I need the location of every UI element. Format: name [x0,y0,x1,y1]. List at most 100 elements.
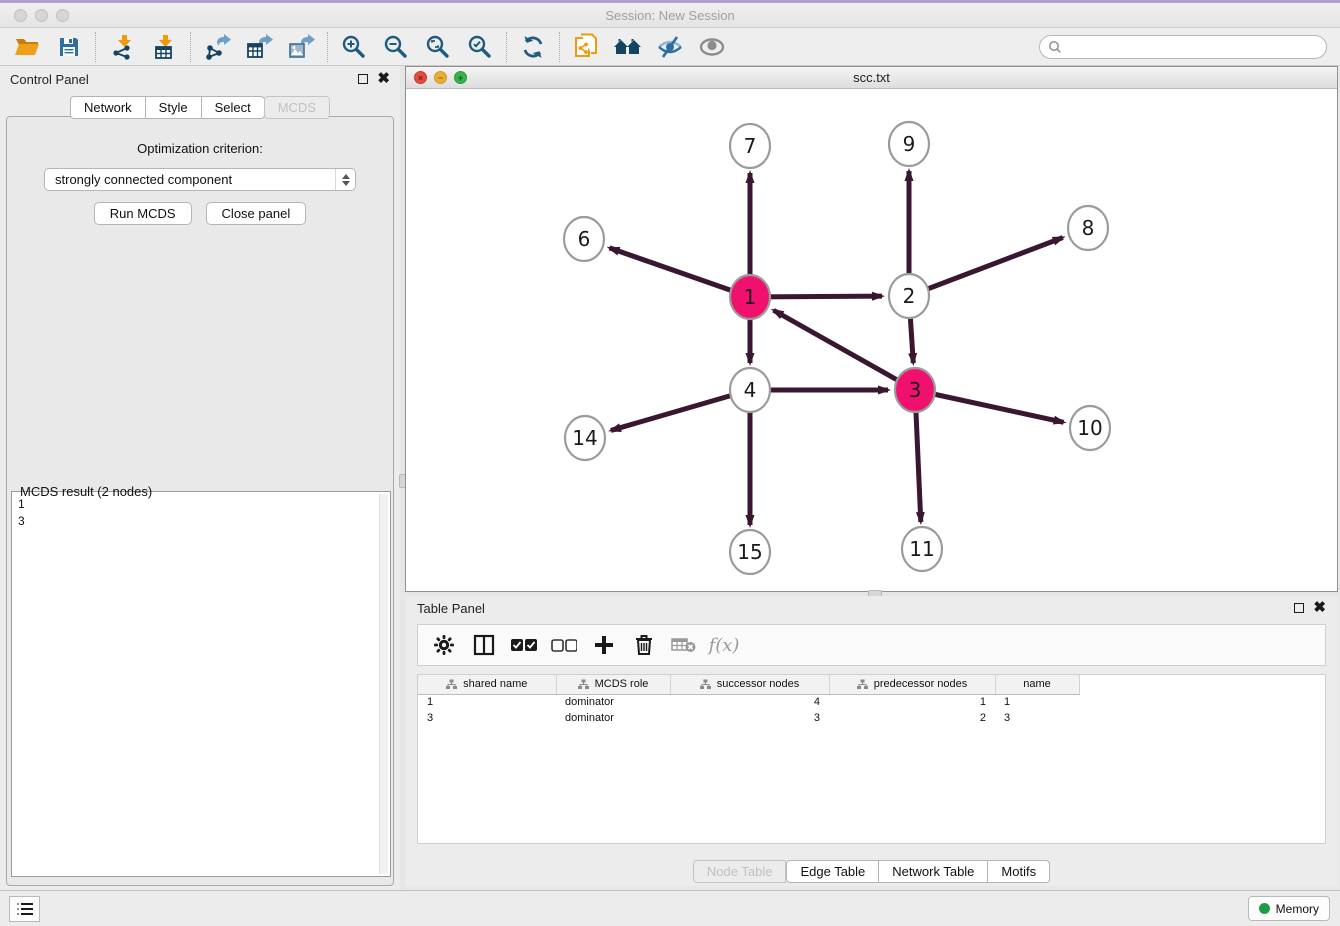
edge-4-14[interactable] [611,390,750,430]
cell[interactable]: 1 [995,694,1079,710]
cell[interactable]: 3 [418,710,556,726]
column-header-predecessor-nodes[interactable]: predecessor nodes [829,675,995,694]
zoom-selected-icon [467,34,493,60]
split-table-button[interactable] [466,628,502,662]
graph-node-3[interactable]: 3 [895,368,935,412]
network-maximize-button[interactable]: + [454,71,467,84]
close-table-panel-icon[interactable]: ✖ [1313,603,1326,613]
graph-node-6[interactable]: 6 [564,217,604,261]
deselect-all-rows-button[interactable] [546,628,582,662]
cell[interactable]: 3 [670,710,829,726]
network-close-button[interactable]: × [414,71,427,84]
open-file-button[interactable] [6,30,48,64]
export-network-button[interactable] [196,30,238,64]
cell[interactable]: 3 [995,710,1079,726]
column-header-shared-name[interactable]: shared name [418,675,556,694]
function-builder-button[interactable]: f(x) [706,628,742,662]
tab-select[interactable]: Select [202,96,265,119]
cell[interactable]: dominator [556,694,670,710]
zoom-out-icon [383,34,409,60]
save-icon [57,35,81,59]
zoom-in-button[interactable] [333,30,375,64]
tab-motifs[interactable]: Motifs [988,860,1050,883]
search-input[interactable] [1063,37,1326,57]
edge-3-1[interactable] [774,310,915,390]
minimize-window-button[interactable] [35,9,48,22]
add-column-button[interactable] [586,628,622,662]
table-panel-tabs: Node TableEdge TableNetwork TableMotifs [405,860,1338,883]
column-header-name[interactable]: name [995,675,1079,694]
tab-network-table[interactable]: Network Table [879,860,988,883]
edge-1-6[interactable] [609,248,750,297]
graph-node-2[interactable]: 2 [889,274,929,318]
criterion-select[interactable]: strongly connected component [44,168,356,191]
zoom-fit-button[interactable] [417,30,459,64]
close-panel-icon[interactable]: ✖ [377,74,390,84]
import-table-button[interactable] [143,30,185,64]
table-settings-button[interactable] [426,628,462,662]
maximize-window-button[interactable] [56,9,69,22]
column-header-MCDS-role[interactable]: MCDS role [556,675,670,694]
cell[interactable]: 4 [670,694,829,710]
network-canvas[interactable]: 7 9 6 8 1 2 4 3 14 10 15 11 [406,89,1337,590]
graph-node-15[interactable]: 15 [730,530,770,574]
houses-icon [613,35,643,59]
graph-node-9[interactable]: 9 [889,122,929,166]
graph-node-14[interactable]: 14 [565,416,605,460]
column-header-successor-nodes[interactable]: successor nodes [670,675,829,694]
graph-node-7[interactable]: 7 [730,124,770,168]
duplicate-network-button[interactable] [565,30,607,64]
cell[interactable]: 1 [418,694,556,710]
save-session-button[interactable] [48,30,90,64]
tab-edge-table[interactable]: Edge Table [786,860,879,883]
close-window-button[interactable] [14,9,27,22]
graph-node-8[interactable]: 8 [1068,206,1108,250]
export-table-button[interactable] [238,30,280,64]
tab-node-table[interactable]: Node Table [693,860,787,883]
zoom-fit-icon [425,34,451,60]
node-table-grid: shared nameMCDS rolesuccessor nodesprede… [418,675,1080,726]
task-history-button[interactable] [9,896,40,922]
cell[interactable]: 1 [829,694,995,710]
delete-table-button[interactable] [666,628,702,662]
edge-2-8[interactable] [909,238,1063,296]
result-scrollbar[interactable] [379,494,388,874]
tab-mcds[interactable]: MCDS [264,96,330,119]
home-layout-button[interactable] [607,30,649,64]
search-box[interactable] [1039,35,1327,59]
cell[interactable]: 2 [829,710,995,726]
import-network-button[interactable] [101,30,143,64]
float-panel-icon[interactable] [358,74,368,84]
select-all-rows-button[interactable] [506,628,542,662]
graph-node-10[interactable]: 10 [1070,406,1110,450]
graph-node-1[interactable]: 1 [730,275,770,319]
graph-node-11[interactable]: 11 [902,527,942,571]
export-image-button[interactable] [280,30,322,64]
table-row[interactable]: 3dominator323 [418,710,1079,726]
import-network-icon [109,34,135,60]
cell[interactable]: dominator [556,710,670,726]
graph-node-4[interactable]: 4 [730,368,770,412]
delete-columns-button[interactable] [626,628,662,662]
close-panel-button[interactable]: Close panel [206,202,307,225]
float-table-panel-icon[interactable] [1294,603,1304,613]
main-toolbar [0,28,1340,66]
hide-graphics-details-button[interactable] [649,30,691,64]
table-toolbar: f(x) [417,624,1326,666]
run-mcds-button[interactable]: Run MCDS [94,202,192,225]
tab-style[interactable]: Style [146,96,202,119]
node-table[interactable]: shared nameMCDS rolesuccessor nodesprede… [417,674,1326,844]
search-icon [1047,39,1063,55]
show-graphics-details-button[interactable] [691,30,733,64]
refresh-view-button[interactable] [512,30,554,64]
zoom-in-icon [341,34,367,60]
network-window-titlebar[interactable]: × − + scc.txt [406,67,1337,89]
zoom-selected-button[interactable] [459,30,501,64]
table-row[interactable]: 1dominator411 [418,694,1079,710]
edge-3-10[interactable] [915,390,1064,422]
window-controls[interactable] [14,9,69,22]
zoom-out-button[interactable] [375,30,417,64]
memory-button[interactable]: Memory [1248,896,1330,921]
tab-network[interactable]: Network [70,96,146,119]
network-minimize-button[interactable]: − [434,71,447,84]
